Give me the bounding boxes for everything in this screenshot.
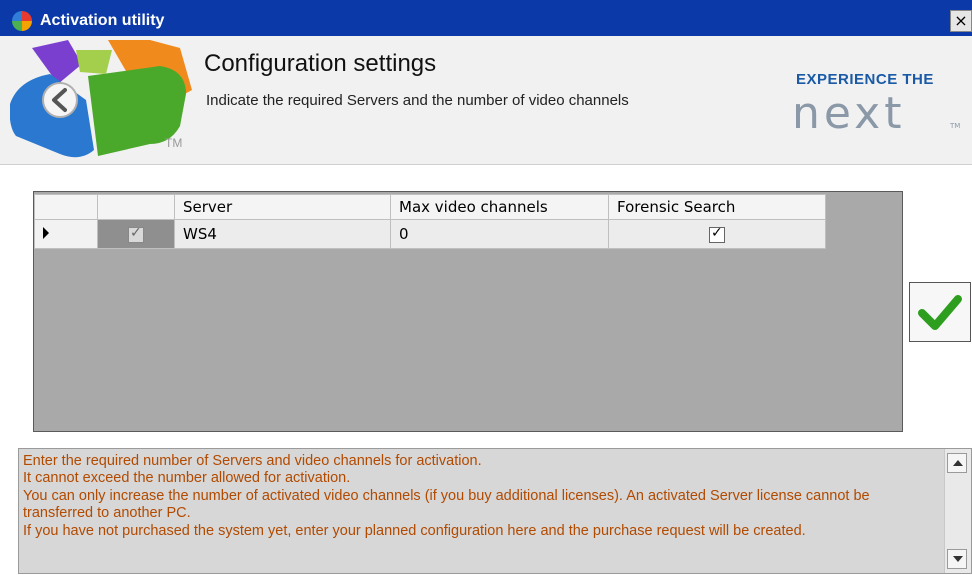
scroll-up-button[interactable] <box>947 453 967 473</box>
table-row[interactable]: WS4 0 <box>34 219 826 249</box>
back-arrow-icon[interactable] <box>42 82 78 118</box>
logo-trademark: TM <box>165 136 183 150</box>
current-row-indicator-icon <box>43 227 49 239</box>
row-selector[interactable] <box>34 219 98 249</box>
page-title: Configuration settings <box>204 50 437 77</box>
forensic-search-checkbox[interactable] <box>709 225 725 243</box>
servers-table: Server Max video channels Forensic Searc… <box>34 194 826 249</box>
info-text: Enter the required number of Servers and… <box>19 453 928 540</box>
header-panel: TM Configuration settings Indicate the r… <box>0 36 972 165</box>
forensic-search-cell[interactable] <box>608 219 826 249</box>
info-scrollbar[interactable] <box>944 449 971 573</box>
window-title: Activation utility <box>40 12 165 29</box>
servers-grid[interactable]: Server Max video channels Forensic Searc… <box>33 191 903 432</box>
max-video-channels-cell[interactable]: 0 <box>390 219 609 249</box>
info-line: You can only increase the number of acti… <box>23 487 870 522</box>
max-video-channels-column-header[interactable]: Max video channels <box>390 194 609 220</box>
server-enabled-cell[interactable] <box>97 219 175 249</box>
scroll-down-icon <box>953 556 963 562</box>
row-header-column <box>34 194 98 220</box>
server-name-cell[interactable]: WS4 <box>174 219 391 249</box>
server-column-header[interactable]: Server <box>174 194 391 220</box>
server-enabled-checkbox[interactable] <box>128 225 144 243</box>
select-column-header <box>97 194 175 220</box>
scroll-up-icon <box>953 460 963 466</box>
activation-utility-icon <box>12 11 32 31</box>
checkmark-icon <box>918 295 962 330</box>
brand-trademark: TM <box>950 122 961 130</box>
brand-tagline: EXPERIENCE THE <box>796 71 934 88</box>
forensic-search-column-header[interactable]: Forensic Search <box>608 194 826 220</box>
title-bar: Activation utility × <box>0 0 972 36</box>
brand-wordmark: next <box>792 88 906 139</box>
apply-button[interactable] <box>909 282 971 342</box>
table-header-row: Server Max video channels Forensic Searc… <box>34 194 826 220</box>
info-line: If you have not purchased the system yet… <box>23 522 806 539</box>
scroll-down-button[interactable] <box>947 549 967 569</box>
page-subtitle: Indicate the required Servers and the nu… <box>206 92 629 109</box>
info-line: Enter the required number of Servers and… <box>23 453 482 469</box>
info-line: It cannot exceed the number allowed for … <box>23 470 351 487</box>
info-text-panel: Enter the required number of Servers and… <box>18 448 972 574</box>
close-button[interactable]: × <box>950 10 972 32</box>
